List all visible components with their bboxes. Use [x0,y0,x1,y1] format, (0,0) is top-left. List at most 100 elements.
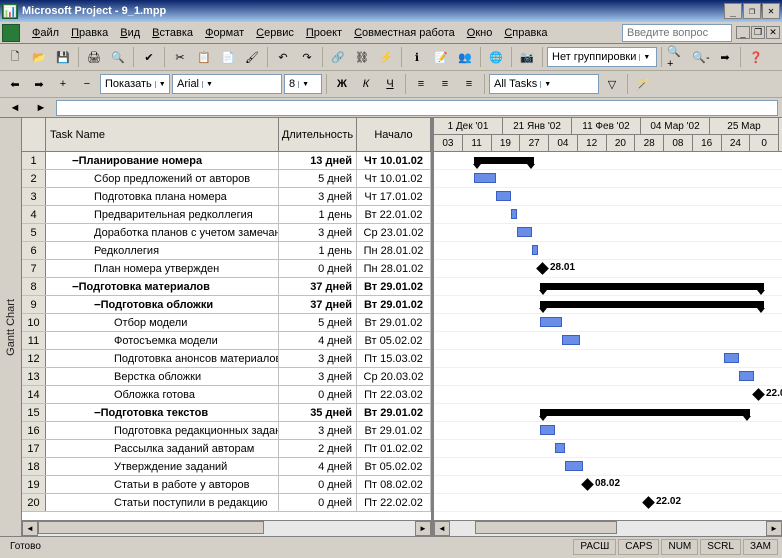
assign-icon[interactable]: 👥 [454,46,476,68]
start-cell[interactable]: Пт 08.02.02 [357,476,431,493]
select-all-cell[interactable] [22,118,46,151]
duration-cell[interactable]: 3 дней [279,368,357,385]
doc-restore-button[interactable]: ❐ [751,26,765,39]
summary-bar[interactable] [540,301,764,308]
start-cell[interactable]: Пт 22.02.02 [357,494,431,511]
table-row[interactable]: 9Подготовка обложки37 днейВт 29.01.02 [22,296,431,314]
gantt-row[interactable] [434,224,782,242]
start-cell[interactable]: Вт 05.02.02 [357,458,431,475]
table-row[interactable]: 2Сбор предложений от авторов5 днейЧт 10.… [22,170,431,188]
gantt-row[interactable] [434,242,782,260]
duration-cell[interactable]: 5 дней [279,314,357,331]
duration-cell[interactable]: 3 дней [279,422,357,439]
save-icon[interactable]: 💾 [52,46,74,68]
task-name-cell[interactable]: Подготовка плана номера [46,188,279,205]
print-icon[interactable]: 🖨 [83,46,105,68]
table-row[interactable]: 6Редколлегия1 деньПн 28.01.02 [22,242,431,260]
task-name-cell[interactable]: Подготовка материалов [46,278,279,295]
gantt-row[interactable]: 22.02 [434,494,782,512]
split-icon[interactable]: ⚡ [375,46,397,68]
task-name-cell[interactable]: Подготовка редакционных заданий [46,422,279,439]
table-row[interactable]: 4Предварительная редколлегия1 деньВт 22.… [22,206,431,224]
gantt-row[interactable] [434,152,782,170]
row-number[interactable]: 1 [22,152,46,169]
col-start[interactable]: Начало [357,118,431,151]
row-number[interactable]: 6 [22,242,46,259]
task-bar[interactable] [555,443,565,453]
table-row[interactable]: 19Статьи в работе у авторов0 днейПт 08.0… [22,476,431,494]
gantt-hscroll[interactable]: ◄► [434,520,782,536]
cut-icon[interactable]: ✂ [169,46,191,68]
task-name-cell[interactable]: Планирование номера [46,152,279,169]
menu-insert[interactable]: Вставка [146,25,199,41]
gantt-row[interactable] [434,458,782,476]
entry-field[interactable] [56,100,778,116]
minimize-button[interactable]: _ [724,3,742,19]
open-icon[interactable]: 📂 [28,46,50,68]
row-number[interactable]: 17 [22,440,46,457]
align-left-icon[interactable]: ≡ [410,73,432,95]
menu-project[interactable]: Проект [300,25,348,41]
task-bar[interactable] [517,227,532,237]
row-number[interactable]: 2 [22,170,46,187]
gantt-row[interactable] [434,278,782,296]
undo-icon[interactable]: ↶ [272,46,294,68]
table-row[interactable]: 7План номера утвержден0 днейПн 28.01.02 [22,260,431,278]
duration-cell[interactable]: 0 дней [279,386,357,403]
row-number[interactable]: 12 [22,350,46,367]
task-name-cell[interactable]: План номера утвержден [46,260,279,277]
italic-icon[interactable]: К [355,73,377,95]
table-row[interactable]: 5Доработка планов с учетом замечаний3 дн… [22,224,431,242]
notes-icon[interactable]: 📝 [430,46,452,68]
duration-cell[interactable]: 35 дней [279,404,357,421]
group-combo[interactable]: Нет группировки▼ [547,47,657,67]
table-row[interactable]: 12Подготовка анонсов материалов номера д… [22,350,431,368]
copy-picture-icon[interactable]: 📷 [516,46,538,68]
table-row[interactable]: 3Подготовка плана номера3 днейЧт 17.01.0… [22,188,431,206]
publish-icon[interactable]: 🌐 [485,46,507,68]
task-name-cell[interactable]: Сбор предложений от авторов [46,170,279,187]
duration-cell[interactable]: 0 дней [279,476,357,493]
table-row[interactable]: 16Подготовка редакционных заданий3 днейВ… [22,422,431,440]
start-cell[interactable]: Вт 29.01.02 [357,296,431,313]
table-row[interactable]: 10Отбор модели5 днейВт 29.01.02 [22,314,431,332]
table-row[interactable]: 17Рассылка заданий авторам2 днейПт 01.02… [22,440,431,458]
help-search-input[interactable] [622,24,732,42]
duration-cell[interactable]: 1 день [279,206,357,223]
task-name-cell[interactable]: Отбор модели [46,314,279,331]
start-cell[interactable]: Вт 29.01.02 [357,314,431,331]
duration-cell[interactable]: 4 дней [279,332,357,349]
summary-bar[interactable] [540,409,750,416]
gantt-row[interactable] [434,350,782,368]
duration-cell[interactable]: 5 дней [279,170,357,187]
duration-cell[interactable]: 2 дней [279,440,357,457]
row-number[interactable]: 4 [22,206,46,223]
row-number[interactable]: 8 [22,278,46,295]
start-cell[interactable]: Чт 17.01.02 [357,188,431,205]
doc-minimize-button[interactable]: _ [736,26,750,39]
start-cell[interactable]: Вт 29.01.02 [357,422,431,439]
col-task-name[interactable]: Task Name [46,118,279,151]
gantt-row[interactable] [434,206,782,224]
menu-help[interactable]: Справка [498,25,553,41]
task-name-cell[interactable]: Фотосъемка модели [46,332,279,349]
table-row[interactable]: 18Утверждение заданий4 днейВт 05.02.02 [22,458,431,476]
copy-icon[interactable]: 📋 [193,46,215,68]
start-cell[interactable]: Пн 28.01.02 [357,242,431,259]
task-name-cell[interactable]: Утверждение заданий [46,458,279,475]
task-name-cell[interactable]: Доработка планов с учетом замечаний [46,224,279,241]
format-painter-icon[interactable]: 🖌 [241,46,263,68]
info-icon[interactable]: ℹ [406,46,428,68]
duration-cell[interactable]: 3 дней [279,188,357,205]
task-bar[interactable] [540,425,555,435]
gantt-row[interactable] [434,170,782,188]
task-bar[interactable] [540,317,562,327]
row-number[interactable]: 14 [22,386,46,403]
duration-cell[interactable]: 3 дней [279,224,357,241]
gantt-row[interactable]: 08.02 [434,476,782,494]
font-size-combo[interactable]: 8▼ [284,74,322,94]
gantt-row[interactable] [434,368,782,386]
paste-icon[interactable]: 📄 [217,46,239,68]
gantt-row[interactable] [434,188,782,206]
font-combo[interactable]: Arial▼ [172,74,282,94]
